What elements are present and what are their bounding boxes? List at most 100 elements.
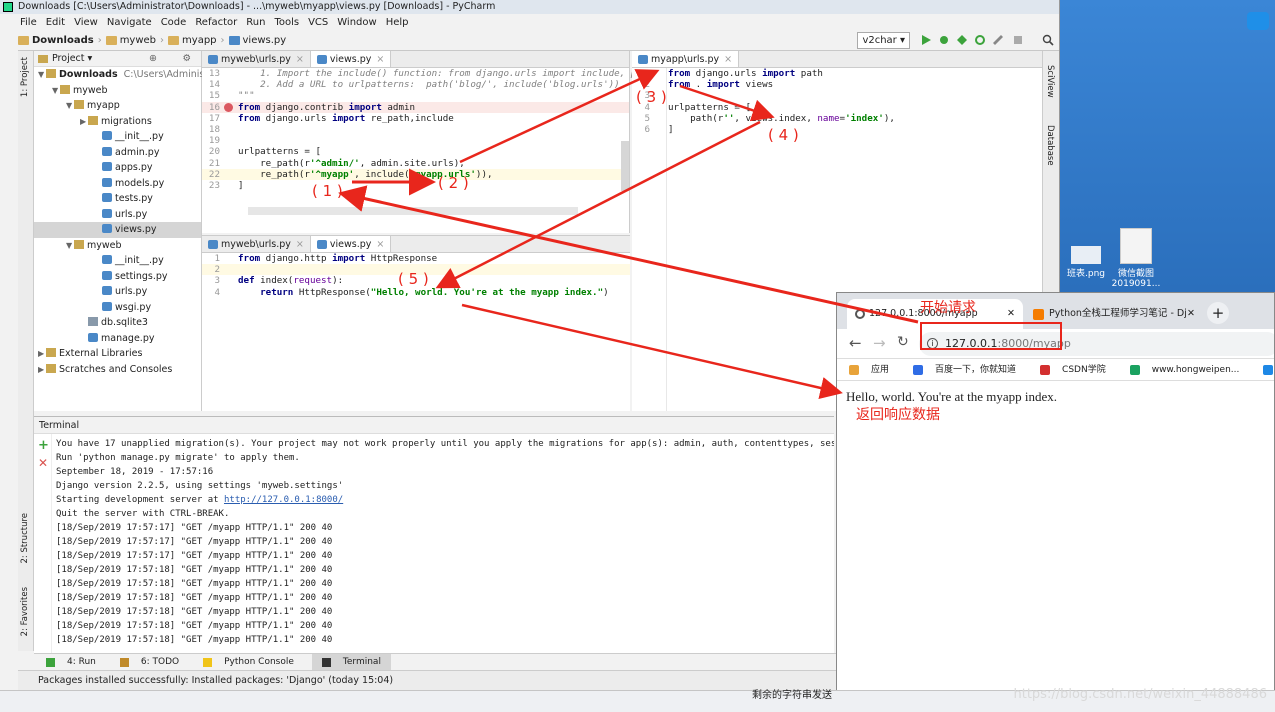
breadcrumb-item[interactable]: myapp ›	[168, 35, 225, 46]
code-line[interactable]: 19	[202, 135, 629, 146]
gutter[interactable]	[224, 90, 238, 101]
add-terminal-icon[interactable]: +	[38, 438, 49, 453]
gutter[interactable]	[224, 102, 238, 113]
code-line[interactable]: 13 1. Import the include() function: fro…	[202, 68, 642, 79]
chevron-right-icon[interactable]: ▶	[38, 362, 46, 378]
chevron-down-icon[interactable]: ▼	[52, 83, 60, 99]
editor-tab[interactable]: views.py ×	[310, 236, 392, 252]
bookmark-item[interactable]: 应用	[849, 359, 901, 380]
vertical-scrollbar[interactable]	[621, 141, 629, 191]
tree-item[interactable]: views.py	[34, 222, 201, 238]
tree-item[interactable]: wsgi.py	[34, 300, 201, 316]
tree-item[interactable]: admin.py	[34, 145, 201, 161]
code-line[interactable]: 5 path(r'', views.index, name='index'),	[632, 113, 1042, 124]
code-line[interactable]: 1 from django.http import HttpResponse	[202, 253, 630, 264]
chevron-down-icon[interactable]: ▼	[38, 67, 46, 83]
menu-item-window[interactable]: Window	[337, 14, 376, 31]
database-tool-tab[interactable]: Database	[1045, 125, 1055, 166]
profile-icon[interactable]	[974, 34, 986, 46]
editor2-code[interactable]: 1 from django.urls import path 2 from . imp…	[632, 68, 1042, 135]
tree-item[interactable]: urls.py	[34, 284, 201, 300]
breadcrumb-item[interactable]: Downloads ›	[18, 35, 102, 46]
gutter[interactable]	[224, 135, 238, 146]
structure-tool-tab[interactable]: 2: Structure	[20, 513, 30, 564]
cloud-icon[interactable]	[1247, 12, 1269, 30]
editor1-code[interactable]: 13 1. Import the include() function: fro…	[202, 68, 642, 191]
tree-item[interactable]: ▶ External Libraries	[34, 346, 201, 362]
project-view-select[interactable]: Project	[52, 53, 85, 64]
chevron-down-icon[interactable]: ▼	[66, 238, 74, 254]
menu-item-refactor[interactable]: Refactor	[195, 14, 237, 31]
code-line[interactable]: 17 from django.urls import re_path,includ…	[202, 113, 629, 124]
chevron-down-icon[interactable]: ▼	[66, 98, 74, 114]
menu-item-vcs[interactable]: VCS	[308, 14, 328, 31]
coverage-icon[interactable]	[956, 34, 968, 46]
code-line[interactable]: 16 from django.contrib import admin	[202, 101, 629, 113]
gutter[interactable]	[224, 169, 238, 180]
code-line[interactable]: 2 from . import views	[632, 79, 1042, 90]
gutter[interactable]	[224, 180, 238, 191]
menu-item-run[interactable]: Run	[246, 14, 265, 31]
editor-tab[interactable]: myweb\urls.py ×	[202, 51, 311, 67]
chevron-right-icon[interactable]: ▶	[80, 114, 88, 130]
gutter[interactable]	[224, 113, 238, 124]
close-icon[interactable]: ×	[296, 236, 304, 253]
tree-item[interactable]: db.sqlite3	[34, 315, 201, 331]
menu-item-tools[interactable]: Tools	[274, 14, 299, 31]
menu-item-edit[interactable]: Edit	[46, 14, 65, 31]
tree-item[interactable]: models.py	[34, 176, 201, 192]
close-icon[interactable]: ×	[376, 51, 384, 68]
tree-item[interactable]: urls.py	[34, 207, 201, 223]
gutter[interactable]	[224, 275, 238, 286]
tree-item[interactable]: ▶ Scratches and Consoles	[34, 362, 201, 378]
code-line[interactable]: 18	[202, 124, 629, 135]
editor-tab[interactable]: views.py ×	[310, 51, 392, 68]
code-line[interactable]: 3	[632, 90, 1042, 101]
editor-tab[interactable]: myapp\urls.py ×	[632, 51, 740, 68]
server-url-link[interactable]: http://127.0.0.1:8000/	[224, 495, 343, 505]
tool-window-tab[interactable]: Terminal	[311, 654, 391, 670]
code-line[interactable]: 21 re_path(r'^admin/', admin.site.urls),	[202, 158, 629, 169]
tree-item[interactable]: ▼ myweb	[34, 238, 201, 254]
editor-views[interactable]: myweb\urls.py × views.py × 1 from django.htt…	[202, 235, 630, 411]
gutter[interactable]	[224, 146, 238, 157]
code-line[interactable]: 4 return HttpResponse("Hello, world. You…	[202, 287, 630, 298]
code-line[interactable]: 15 """	[202, 90, 629, 101]
menu-item-view[interactable]: View	[74, 14, 98, 31]
tree-item[interactable]: ▶ migrations	[34, 114, 201, 130]
bookmark-item[interactable]: 北京图灵学院_首	[1263, 359, 1274, 380]
editor-myweb-urls[interactable]: myweb\urls.py × views.py × 13 1. Import the…	[202, 51, 642, 233]
breadcrumb-item[interactable]: views.py	[228, 35, 286, 46]
menu-item-code[interactable]: Code	[161, 14, 187, 31]
menu-item-help[interactable]: Help	[386, 14, 409, 31]
close-icon[interactable]: ×	[724, 51, 732, 68]
close-tab-icon[interactable]: ✕	[1187, 299, 1195, 329]
bookmark-item[interactable]: 百度一下，你就知道	[913, 359, 1028, 380]
editor-tab[interactable]: myweb\urls.py ×	[202, 236, 311, 252]
search-icon[interactable]	[1042, 34, 1054, 46]
sciview-tool-tab[interactable]: SciView	[1045, 65, 1055, 98]
tree-item[interactable]: __init__.py	[34, 129, 201, 145]
gutter[interactable]	[224, 68, 238, 79]
close-icon[interactable]: ×	[296, 51, 304, 68]
gutter[interactable]	[224, 253, 238, 264]
code-line[interactable]: 1 from django.urls import path	[632, 68, 1042, 79]
tree-item[interactable]: __init__.py	[34, 253, 201, 269]
menu-item-file[interactable]: File	[20, 14, 37, 31]
gutter[interactable]	[224, 158, 238, 169]
reload-icon[interactable]: ↻	[897, 334, 909, 350]
tree-item[interactable]: ▼ myapp	[34, 98, 201, 114]
gutter[interactable]	[224, 264, 238, 275]
stop-icon[interactable]	[1012, 34, 1024, 46]
tree-item[interactable]: tests.py	[34, 191, 201, 207]
build-icon[interactable]	[992, 34, 1004, 46]
terminal-output[interactable]: You have 17 unapplied migration(s). Your…	[56, 434, 834, 653]
tree-item[interactable]: settings.py	[34, 269, 201, 285]
gutter[interactable]	[224, 124, 238, 135]
desktop-icon-schedule[interactable]: 班表.png	[1062, 246, 1110, 279]
tree-item[interactable]: ▼ myweb	[34, 83, 201, 99]
desktop-icon-screenshot[interactable]: 微信截图 2019091...	[1110, 228, 1162, 289]
bookmark-item[interactable]: CSDN学院	[1040, 359, 1118, 380]
run-icon[interactable]	[920, 34, 932, 46]
bookmark-item[interactable]: www.hongweipen...	[1129, 359, 1252, 380]
